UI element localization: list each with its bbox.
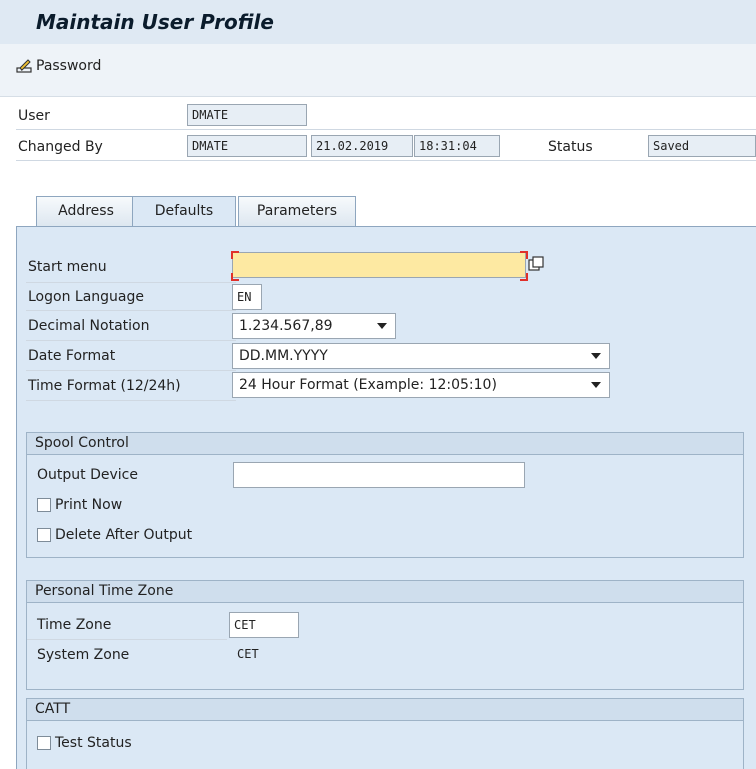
chevron-down-icon [591, 353, 601, 359]
delete-after-output-checkbox[interactable]: Delete After Output [37, 527, 192, 543]
date-format-label: Date Format [28, 348, 116, 364]
divider [26, 282, 236, 283]
time-zone-label: Time Zone [37, 617, 112, 633]
tab-address[interactable]: Address [36, 196, 136, 226]
test-status-label: Test Status [55, 735, 132, 751]
tab-parameters-label: Parameters [256, 203, 338, 219]
decimal-notation-select[interactable]: 1.234.567,89 [232, 313, 396, 339]
time-format-select[interactable]: 24 Hour Format (Example: 12:05:10) [232, 372, 610, 398]
required-mark [520, 273, 528, 281]
value-help-icon[interactable] [528, 256, 544, 272]
password-button[interactable]: Password [16, 58, 101, 74]
system-zone-value: CET [237, 647, 259, 661]
time-format-value: 24 Hour Format (Example: 12:05:10) [239, 377, 497, 393]
changed-by-field: DMATE [187, 135, 307, 157]
catt-title: CATT [27, 699, 743, 721]
checkbox-box[interactable] [37, 528, 51, 542]
system-zone-label: System Zone [37, 647, 130, 663]
print-now-label: Print Now [55, 497, 123, 513]
application-toolbar [0, 44, 756, 97]
output-device-label: Output Device [37, 467, 138, 483]
catt-group: CATT Test Status [26, 698, 744, 769]
chevron-down-icon [377, 323, 387, 329]
changed-date-field: 21.02.2019 [311, 135, 413, 157]
chevron-down-icon [591, 382, 601, 388]
decimal-notation-value: 1.234.567,89 [239, 318, 333, 334]
required-mark [231, 251, 239, 259]
personal-time-zone-title: Personal Time Zone [27, 581, 743, 603]
divider [26, 340, 236, 341]
changed-by-label: Changed By [18, 139, 103, 155]
start-menu-input[interactable] [232, 252, 526, 278]
divider [26, 310, 236, 311]
required-mark [520, 251, 528, 259]
time-zone-input[interactable]: CET [229, 612, 299, 638]
spool-control-title: Spool Control [27, 433, 743, 455]
tab-defaults-label: Defaults [154, 203, 214, 219]
decimal-notation-label: Decimal Notation [28, 318, 150, 334]
divider [26, 370, 236, 371]
tab-parameters[interactable]: Parameters [238, 196, 356, 226]
changed-time-field: 18:31:04 [414, 135, 500, 157]
checkbox-box[interactable] [37, 498, 51, 512]
spool-control-group: Spool Control Output Device Print Now De… [26, 432, 744, 558]
date-format-select[interactable]: DD.MM.YYYY [232, 343, 610, 369]
time-format-label: Time Format (12/24h) [28, 378, 181, 394]
logon-language-input[interactable]: EN [232, 284, 262, 310]
divider [16, 160, 756, 161]
test-status-checkbox[interactable]: Test Status [37, 735, 132, 751]
divider [26, 400, 236, 401]
tab-defaults[interactable]: Defaults [132, 196, 236, 227]
required-mark [231, 273, 239, 281]
date-format-value: DD.MM.YYYY [239, 348, 328, 364]
tab-address-label: Address [58, 203, 114, 219]
divider [27, 639, 227, 640]
password-button-label: Password [36, 58, 102, 74]
edit-pencil-icon [16, 58, 34, 74]
user-label: User [18, 108, 50, 124]
user-field: DMATE [187, 104, 307, 126]
checkbox-box[interactable] [37, 736, 51, 750]
delete-after-output-label: Delete After Output [55, 527, 193, 543]
status-label: Status [548, 139, 593, 155]
personal-time-zone-group: Personal Time Zone Time Zone CET System … [26, 580, 744, 690]
page-title: Maintain User Profile [36, 10, 274, 34]
output-device-input[interactable] [233, 462, 525, 488]
divider [16, 129, 756, 130]
start-menu-label: Start menu [28, 259, 107, 275]
status-field: Saved [648, 135, 756, 157]
print-now-checkbox[interactable]: Print Now [37, 497, 122, 513]
logon-language-label: Logon Language [28, 289, 144, 305]
